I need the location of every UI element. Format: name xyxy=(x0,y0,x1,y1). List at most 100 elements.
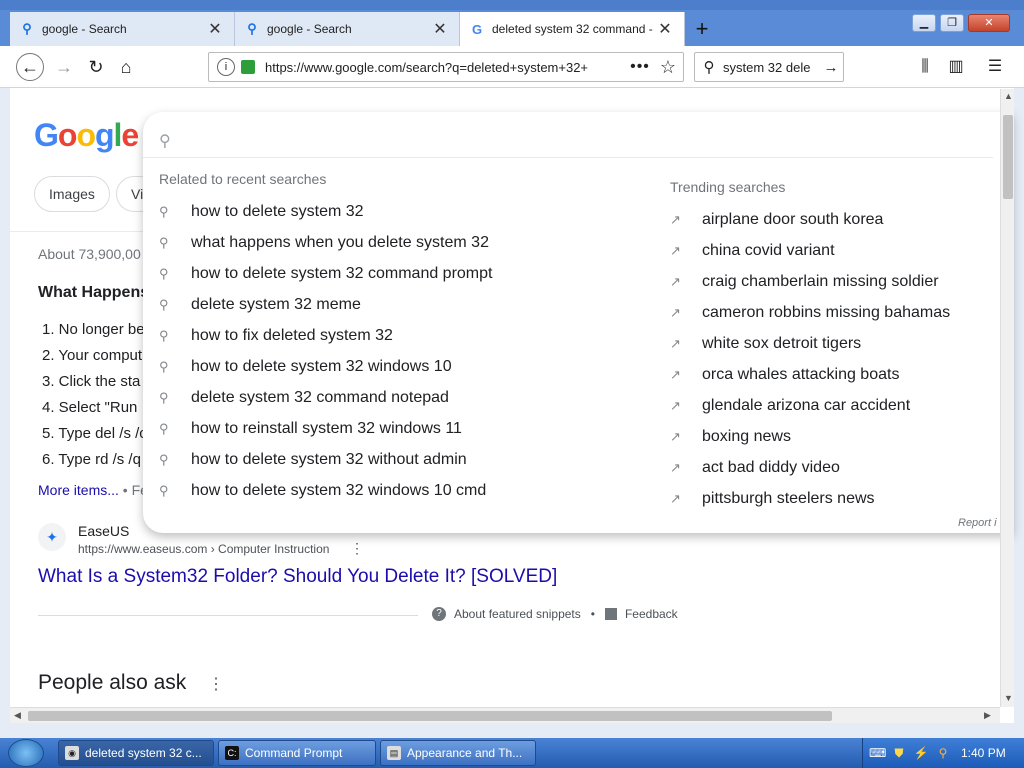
more-options-icon[interactable]: ⋮ xyxy=(208,674,224,694)
control-panel-icon: ▤ xyxy=(387,746,401,760)
library-icon[interactable]: ⫼ xyxy=(914,56,936,78)
sidebar-icon[interactable]: ▥ xyxy=(945,56,967,78)
trending-item[interactable]: ↗ orca whales attacking boats xyxy=(670,359,950,390)
more-items-label[interactable]: More items... xyxy=(38,482,119,498)
suggestion-item[interactable]: ⚲ how to delete system 32 xyxy=(159,196,492,227)
search-input[interactable] xyxy=(184,132,999,150)
trending-label: craig chamberlain missing soldier xyxy=(702,272,939,290)
info-icon[interactable]: i xyxy=(217,58,235,76)
trending-label: glendale arizona car accident xyxy=(702,396,911,414)
list-item: 4. Select "Run xyxy=(42,399,138,416)
start-button[interactable] xyxy=(8,739,44,767)
suggestion-label: how to delete system 32 windows 10 cmd xyxy=(191,481,487,499)
trending-item[interactable]: ↗ china covid variant xyxy=(670,235,950,266)
tab-google-search-1[interactable]: ⚲ google - Search ✕ xyxy=(10,12,235,46)
close-icon[interactable]: ✕ xyxy=(206,19,224,39)
tab-title: google - Search xyxy=(42,22,127,36)
new-tab-button[interactable]: + xyxy=(690,16,714,42)
page-actions-icon[interactable]: ••• xyxy=(627,58,653,76)
lock-icon[interactable] xyxy=(241,60,255,74)
tab-deleted-system-32[interactable]: G deleted system 32 command - G ✕ xyxy=(460,12,685,46)
report-link[interactable]: Report i xyxy=(958,517,997,529)
vertical-scrollbar[interactable]: ▲ ▼ xyxy=(1000,89,1014,707)
trending-item[interactable]: ↗ airplane door south korea xyxy=(670,204,950,235)
task-command-prompt[interactable]: C: Command Prompt xyxy=(218,740,376,766)
suggestion-item[interactable]: ⚲ how to delete system 32 windows 10 xyxy=(159,351,492,382)
search-icon: ⚲ xyxy=(159,133,171,150)
google-logo[interactable]: Google xyxy=(34,117,139,154)
keyboard-icon[interactable]: ⌨ xyxy=(869,745,886,761)
scroll-thumb[interactable] xyxy=(28,711,832,721)
close-icon[interactable]: ✕ xyxy=(431,19,449,39)
site-name[interactable]: EaseUS xyxy=(78,523,129,539)
search-field[interactable]: ⚲ xyxy=(159,126,999,156)
home-button[interactable]: ⌂ xyxy=(112,53,140,81)
trending-item[interactable]: ↗ act bad diddy video xyxy=(670,452,950,483)
forward-button[interactable]: → xyxy=(50,53,78,81)
trending-item[interactable]: ↗ pittsburgh steelers news xyxy=(670,483,950,514)
minimize-button[interactable]: ▁ xyxy=(912,14,936,32)
close-icon[interactable]: ✕ xyxy=(656,19,674,39)
task-firefox[interactable]: ◉ deleted system 32 c... xyxy=(58,740,214,766)
horizontal-scrollbar[interactable]: ◀ ▶ xyxy=(10,707,1000,723)
url-text[interactable]: https://www.google.com/search?q=deleted+… xyxy=(265,60,627,75)
trending-icon: ↗ xyxy=(670,397,681,413)
more-items-link[interactable]: More items... • Fe xyxy=(38,482,148,498)
trending-icon: ↗ xyxy=(670,242,681,258)
trending-icon: ↗ xyxy=(670,273,681,289)
suggestion-item[interactable]: ⚲ how to reinstall system 32 windows 11 xyxy=(159,413,492,444)
suggestion-item[interactable]: ⚲ what happens when you delete system 32 xyxy=(159,227,492,258)
suggestion-item[interactable]: ⚲ how to delete system 32 windows 10 cmd xyxy=(159,475,492,506)
about-snippets-link[interactable]: About featured snippets xyxy=(454,607,581,621)
snippet-title: What Happens xyxy=(38,284,150,301)
search-icon: ⚲ xyxy=(159,234,169,250)
trending-item[interactable]: ↗ cameron robbins missing bahamas xyxy=(670,297,950,328)
suggestion-item[interactable]: ⚲ how to delete system 32 command prompt xyxy=(159,258,492,289)
suggestion-label: what happens when you delete system 32 xyxy=(191,233,489,251)
browser-search-value[interactable]: system 32 dele xyxy=(723,60,819,75)
list-item: 1. No longer be xyxy=(42,321,145,338)
feedback-link[interactable]: Feedback xyxy=(625,607,678,621)
arrow-right-icon[interactable]: → xyxy=(819,59,843,76)
scroll-left-icon[interactable]: ◀ xyxy=(14,710,21,721)
reload-button[interactable]: ↻ xyxy=(82,53,110,81)
scroll-right-icon[interactable]: ▶ xyxy=(984,710,991,721)
clock[interactable]: 1:40 PM xyxy=(961,746,1006,760)
maximize-button[interactable]: ❐ xyxy=(940,14,964,32)
network-icon[interactable]: ⚡ xyxy=(913,745,929,761)
window-close-button[interactable]: ✕ xyxy=(968,14,1010,32)
trending-label: cameron robbins missing bahamas xyxy=(702,303,951,321)
trending-item[interactable]: ↗ white sox detroit tigers xyxy=(670,328,950,359)
shield-icon[interactable]: ⛊ xyxy=(891,745,907,761)
site-url[interactable]: https://www.easeus.com › Computer Instru… xyxy=(78,542,329,556)
chip-images[interactable]: Images xyxy=(34,176,110,212)
suggestion-item[interactable]: ⚲ how to delete system 32 without admin xyxy=(159,444,492,475)
title-band xyxy=(0,0,1024,10)
bookmark-star-icon[interactable]: ☆ xyxy=(653,57,683,78)
task-appearance[interactable]: ▤ Appearance and Th... xyxy=(380,740,536,766)
result-title-link[interactable]: What Is a System32 Folder? Should You De… xyxy=(38,566,557,588)
menu-icon[interactable]: ☰ xyxy=(984,56,1006,78)
back-button[interactable]: ← xyxy=(16,53,44,81)
search-icon: ⚲ xyxy=(703,59,715,76)
tab-title: google - Search xyxy=(267,22,352,36)
trending-icon: ↗ xyxy=(670,335,681,351)
search-icon[interactable]: ⚲ xyxy=(935,745,951,761)
scroll-up-icon[interactable]: ▲ xyxy=(1004,91,1013,101)
scroll-thumb[interactable] xyxy=(1003,115,1013,199)
suggestion-item[interactable]: ⚲ delete system 32 meme xyxy=(159,289,492,320)
trending-item[interactable]: ↗ craig chamberlain missing soldier xyxy=(670,266,950,297)
scroll-down-icon[interactable]: ▼ xyxy=(1004,693,1013,703)
url-bar[interactable]: i https://www.google.com/search?q=delete… xyxy=(208,52,684,82)
firefox-icon: ◉ xyxy=(65,746,79,760)
trending-item[interactable]: ↗ glendale arizona car accident xyxy=(670,390,950,421)
snippet-list: 1. No longer be 2. Your comput 3. Click … xyxy=(42,317,147,473)
related-heading: Related to recent searches xyxy=(159,171,327,187)
suggestion-item[interactable]: ⚲ delete system 32 command notepad xyxy=(159,382,492,413)
trending-item[interactable]: ↗ boxing news xyxy=(670,421,950,452)
suggestion-item[interactable]: ⚲ how to fix deleted system 32 xyxy=(159,320,492,351)
tab-bar: ⚲ google - Search ✕ ⚲ google - Search ✕ … xyxy=(0,0,1024,46)
more-options-icon[interactable]: ⋮ xyxy=(350,540,364,557)
tab-google-search-2[interactable]: ⚲ google - Search ✕ xyxy=(235,12,460,46)
browser-search-box[interactable]: ⚲ system 32 dele → xyxy=(694,52,844,82)
